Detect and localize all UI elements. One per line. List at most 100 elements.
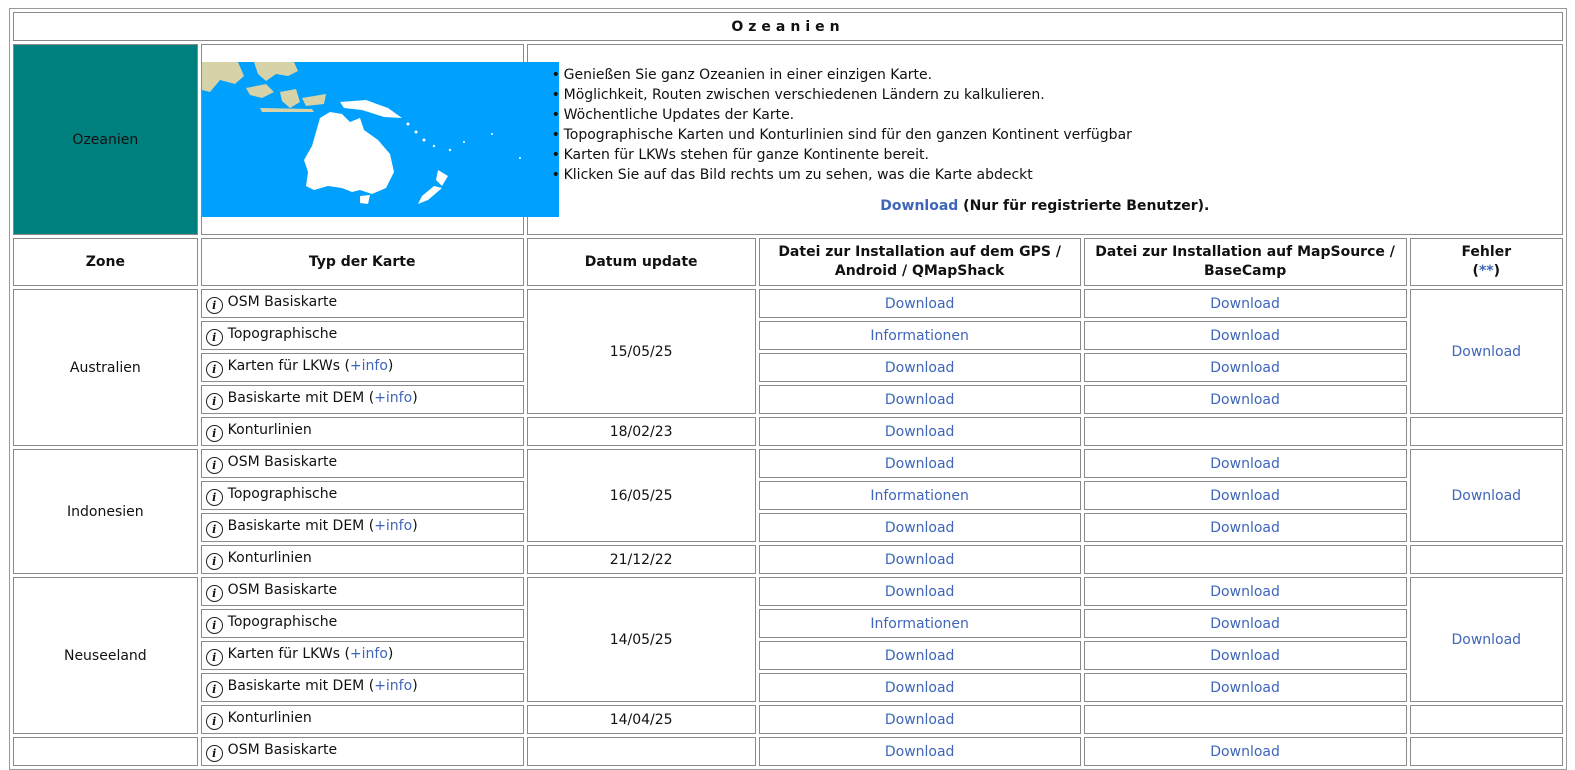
map-type-cell: i OSM Basiskarte bbox=[200, 289, 524, 318]
info-circle-icon[interactable]: i bbox=[205, 616, 223, 634]
mapsource-download-link[interactable]: Download bbox=[1210, 328, 1280, 344]
info-circle-icon[interactable]: i bbox=[205, 648, 223, 666]
header-errors: Fehler (**) bbox=[1409, 238, 1563, 286]
update-date-cell: 15/05/25 bbox=[526, 289, 756, 414]
gps-download-cell: Download bbox=[758, 513, 1081, 542]
gps-download-cell: Download bbox=[758, 737, 1081, 766]
map-type-cell: i OSM Basiskarte bbox=[200, 737, 524, 766]
map-preview-cell bbox=[200, 44, 559, 235]
mapsource-download-link[interactable]: Download bbox=[1210, 584, 1280, 600]
map-type-label: Topographische bbox=[227, 485, 338, 502]
gps-download-link[interactable]: Download bbox=[885, 552, 955, 568]
errors-footnote-link[interactable]: ** bbox=[1479, 263, 1494, 279]
map-type-cell: i Basiskarte mit DEM (+info) bbox=[200, 513, 524, 542]
info-circle-icon[interactable]: i bbox=[205, 552, 223, 570]
gps-download-link[interactable]: Download bbox=[885, 424, 955, 440]
update-date-cell: 14/05/25 bbox=[526, 577, 756, 702]
gps-download-link[interactable]: Download bbox=[885, 712, 955, 728]
errors-download-link[interactable]: Download bbox=[1451, 488, 1521, 504]
errors-download-link[interactable]: Download bbox=[1451, 344, 1521, 360]
feature-item: Möglichkeit, Routen zwischen verschieden… bbox=[552, 85, 1562, 105]
map-type-cell: i Basiskarte mit DEM (+info) bbox=[200, 673, 524, 702]
mapsource-download-link[interactable]: Download bbox=[1210, 680, 1280, 696]
map-type-label: OSM Basiskarte bbox=[227, 741, 338, 758]
gps-download-link[interactable]: Download bbox=[885, 456, 955, 472]
map-type-label: OSM Basiskarte bbox=[227, 293, 338, 310]
map-type-cell: i Karten für LKWs (+info) bbox=[200, 353, 524, 382]
info-circle-icon[interactable]: i bbox=[205, 712, 223, 730]
gps-download-link[interactable]: Informationen bbox=[870, 616, 969, 632]
mapsource-download-link[interactable]: Download bbox=[1210, 392, 1280, 408]
oceania-map-graphic bbox=[201, 62, 559, 217]
zone-name-cell bbox=[13, 737, 198, 766]
mapsource-download-link[interactable]: Download bbox=[1210, 296, 1280, 312]
contour-date: 14/04/25 bbox=[609, 711, 673, 728]
update-date: 15/05/25 bbox=[609, 343, 673, 360]
mapsource-download-link[interactable]: Download bbox=[1210, 456, 1280, 472]
mapsource-download-cell bbox=[1083, 417, 1407, 446]
map-type-label: OSM Basiskarte bbox=[227, 581, 338, 598]
gps-download-link[interactable]: Download bbox=[885, 296, 955, 312]
info-circle-icon[interactable]: i bbox=[205, 328, 223, 346]
map-type-cell: i OSM Basiskarte bbox=[200, 577, 524, 606]
plus-info-link[interactable]: +info bbox=[374, 518, 412, 534]
plus-info-link[interactable]: +info bbox=[350, 646, 388, 662]
gps-download-link[interactable]: Download bbox=[885, 680, 955, 696]
map-type-cell: i Konturlinien bbox=[200, 705, 524, 734]
update-date: 16/05/25 bbox=[609, 487, 673, 504]
update-date: 14/05/25 bbox=[609, 631, 673, 648]
mapsource-download-link[interactable]: Download bbox=[1210, 520, 1280, 536]
gps-download-link[interactable]: Download bbox=[885, 648, 955, 664]
errors-download-cell: Download bbox=[1409, 289, 1563, 414]
contour-date-cell: 21/12/22 bbox=[526, 545, 756, 574]
info-circle-icon[interactable]: i bbox=[205, 392, 223, 410]
gps-download-link[interactable]: Download bbox=[885, 360, 955, 376]
plus-info-link[interactable]: +info bbox=[374, 390, 412, 406]
gps-download-link[interactable]: Informationen bbox=[870, 488, 969, 504]
contour-date: 18/02/23 bbox=[609, 423, 673, 440]
map-type-label: Topographische bbox=[227, 325, 338, 342]
gps-download-link[interactable]: Download bbox=[885, 392, 955, 408]
mapsource-download-cell: Download bbox=[1083, 737, 1407, 766]
gps-download-link[interactable]: Download bbox=[885, 584, 955, 600]
mapsource-download-link[interactable]: Download bbox=[1210, 616, 1280, 632]
main-download-link[interactable]: Download bbox=[880, 198, 958, 214]
main-download-line: Download (Nur für registrierte Benutzer)… bbox=[528, 198, 1562, 214]
zone-name: Neuseeland bbox=[63, 647, 147, 664]
table-row: i Topographische Informationen Download bbox=[13, 609, 1563, 638]
mapsource-download-cell: Download bbox=[1083, 353, 1407, 382]
table-row: i Konturlinien 18/02/23 Download bbox=[13, 417, 1563, 446]
mapsource-download-link[interactable]: Download bbox=[1210, 488, 1280, 504]
oceania-map-image[interactable] bbox=[201, 62, 559, 217]
info-circle-icon[interactable]: i bbox=[205, 520, 223, 538]
gps-download-cell: Download bbox=[758, 449, 1081, 478]
map-type-cell: i Karten für LKWs (+info) bbox=[200, 641, 524, 670]
gps-download-link[interactable]: Download bbox=[885, 520, 955, 536]
zone-name-cell: Neuseeland bbox=[13, 577, 198, 734]
plus-info-link[interactable]: +info bbox=[374, 678, 412, 694]
gps-download-cell: Download bbox=[758, 353, 1081, 382]
info-circle-icon[interactable]: i bbox=[205, 680, 223, 698]
mapsource-download-link[interactable]: Download bbox=[1210, 360, 1280, 376]
zone-name: Australien bbox=[69, 359, 141, 376]
mapsource-download-cell: Download bbox=[1083, 673, 1407, 702]
info-circle-icon[interactable]: i bbox=[205, 360, 223, 378]
map-type-cell: i Konturlinien bbox=[200, 545, 524, 574]
gps-download-cell: Download bbox=[758, 641, 1081, 670]
plus-info-link[interactable]: +info bbox=[350, 358, 388, 374]
zone-name-cell: Australien bbox=[13, 289, 198, 446]
info-circle-icon[interactable]: i bbox=[205, 584, 223, 602]
table-row: Australien i OSM Basiskarte 15/05/25 Downloa… bbox=[13, 289, 1563, 446]
mapsource-download-link[interactable]: Download bbox=[1210, 648, 1280, 664]
gps-download-link[interactable]: Informationen bbox=[870, 328, 969, 344]
info-circle-icon[interactable]: i bbox=[205, 488, 223, 506]
table-row: i Konturlinien 21/12/22 Download bbox=[13, 545, 1563, 574]
errors-download-link[interactable]: Download bbox=[1451, 632, 1521, 648]
info-circle-icon[interactable]: i bbox=[205, 296, 223, 314]
info-circle-icon[interactable]: i bbox=[205, 424, 223, 442]
table-row: i Karten für LKWs (+info) Download Download bbox=[13, 641, 1563, 670]
info-circle-icon[interactable]: i bbox=[205, 456, 223, 474]
mapsource-download-link[interactable]: Download bbox=[1210, 744, 1280, 760]
gps-download-link[interactable]: Download bbox=[885, 744, 955, 760]
table-row: Indonesien i OSM Basiskarte 16/05/25 Downloa… bbox=[13, 449, 1563, 574]
